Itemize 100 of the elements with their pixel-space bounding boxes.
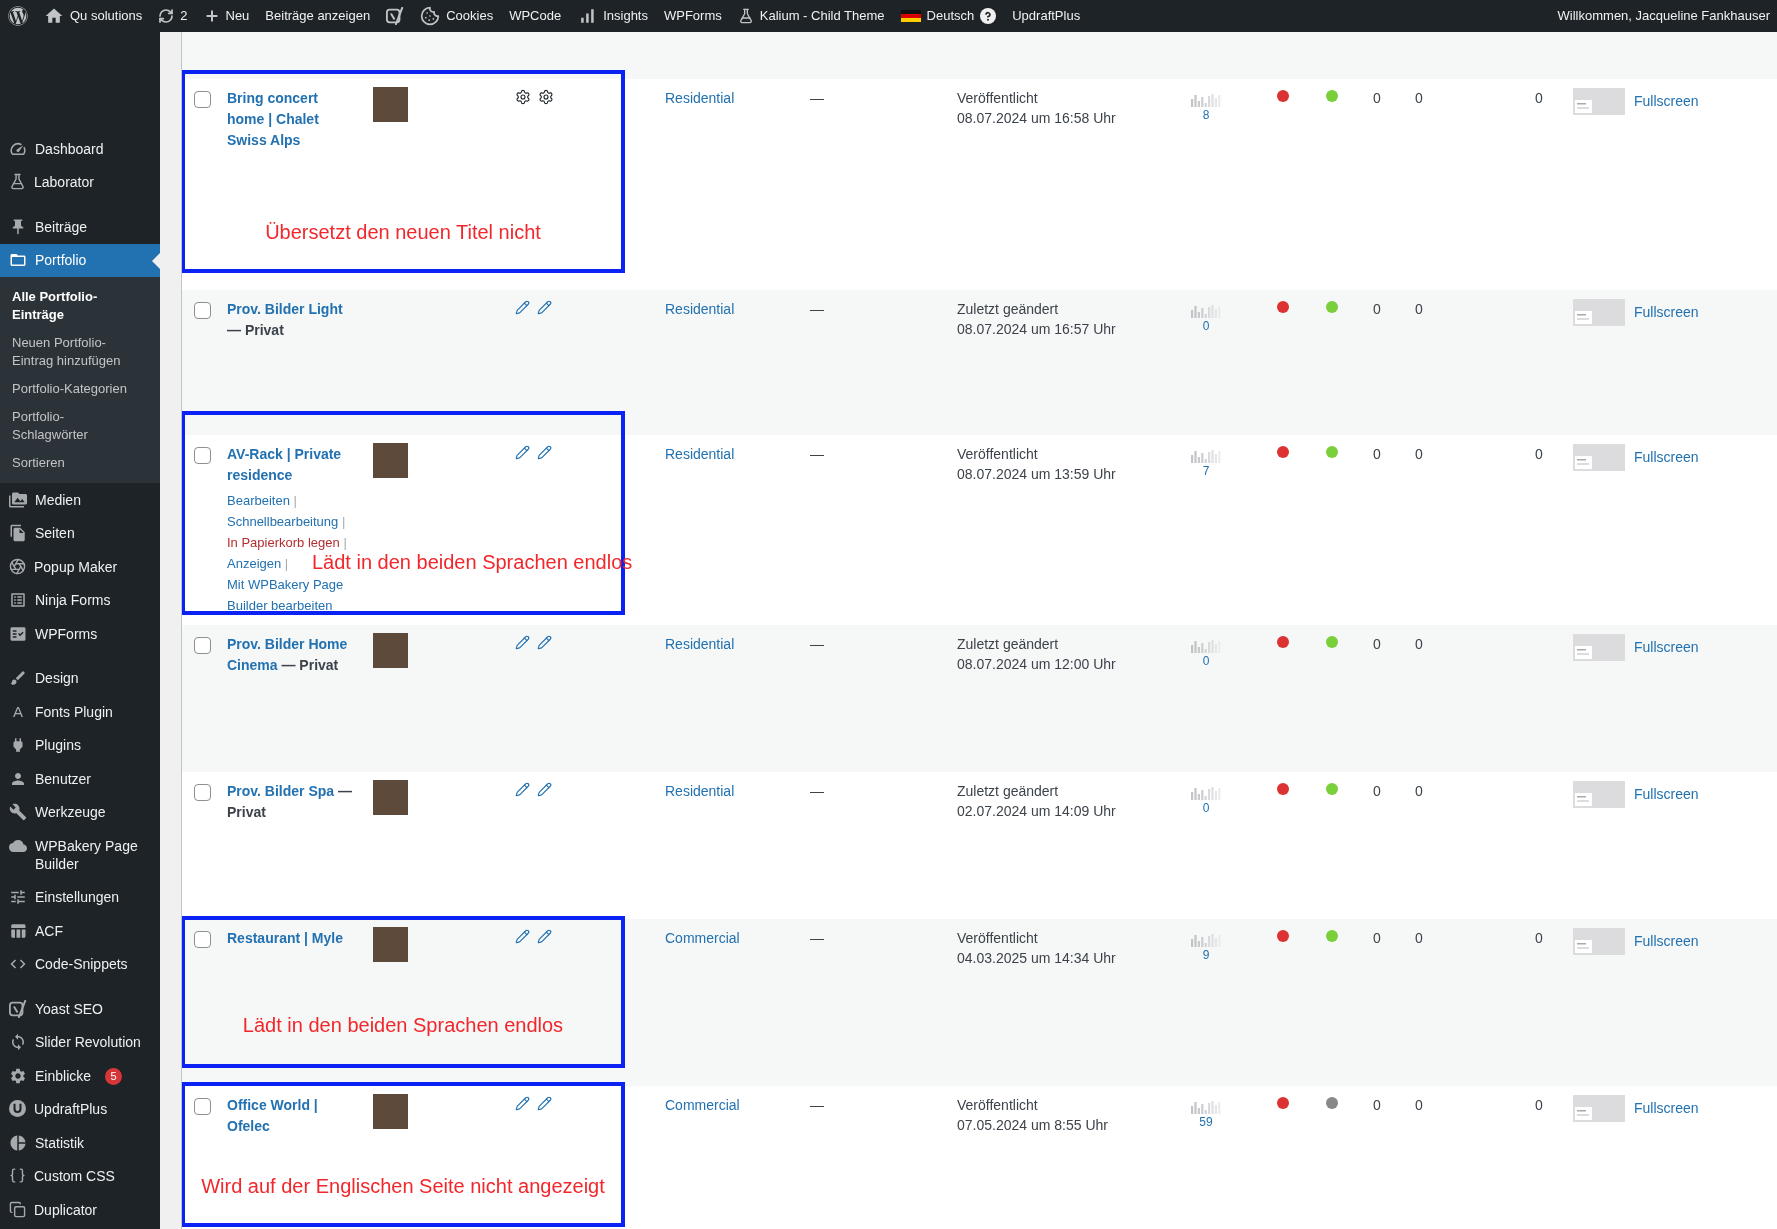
sidebar-item[interactable]: Benutzer — [0, 762, 160, 796]
pencil-icon[interactable] — [537, 1096, 552, 1111]
bar-chart-icon — [1191, 94, 1221, 107]
submenu-item[interactable]: Portfolio-Kategorien — [0, 375, 160, 403]
post-title[interactable]: Prov. Bilder Light — Privat — [227, 299, 357, 341]
category-link[interactable]: Commercial — [665, 1097, 740, 1113]
sidebar-item[interactable]: Ninja Forms — [0, 583, 160, 617]
sidebar-item[interactable]: ACF — [0, 914, 160, 948]
sidebar-item[interactable]: Custom CSS — [0, 1159, 160, 1193]
stats-count-link[interactable]: 59 — [1199, 1115, 1213, 1129]
pencil-icon[interactable] — [515, 445, 530, 460]
sidebar-item[interactable]: Werkzeuge — [0, 795, 160, 829]
pencil-icon[interactable] — [515, 782, 530, 797]
pencil-icon[interactable] — [515, 300, 530, 315]
flag-icon — [900, 10, 921, 22]
sidebar-item[interactable]: Laborator — [0, 165, 160, 199]
sidebar-item[interactable]: Duplicator — [0, 1193, 160, 1227]
stats-count-link[interactable]: 7 — [1202, 464, 1210, 478]
toolbar-item[interactable]: Neu — [195, 0, 258, 32]
sidebar-item[interactable]: Yoast SEO — [0, 992, 160, 1026]
submenu-item[interactable]: Alle Portfolio-Einträge — [0, 283, 160, 329]
toolbar-item[interactable]: Deutsch — [892, 0, 1005, 32]
row-checkbox[interactable] — [194, 91, 211, 108]
row-action-link[interactable]: Mit WPBakery Page Builder bearbeiten — [227, 574, 357, 616]
fullscreen-link[interactable]: Fullscreen — [1634, 1098, 1699, 1119]
fullscreen-link[interactable]: Fullscreen — [1634, 447, 1699, 468]
sidebar-item[interactable]: Seiten — [0, 516, 160, 550]
toolbar-item[interactable]: WPCode — [501, 0, 570, 32]
sidebar-item[interactable]: Beiträge — [0, 210, 160, 244]
category-link[interactable]: Residential — [665, 783, 735, 799]
pencil-icon[interactable] — [515, 1096, 530, 1111]
toolbar-item[interactable]: UpdraftPlus — [1004, 0, 1089, 32]
sidebar-item[interactable]: Dashboard — [0, 132, 160, 166]
sidebar-item[interactable]: Einstellungen — [0, 880, 160, 914]
row-action-link[interactable]: In Papierkorb legen — [227, 532, 340, 553]
post-title[interactable]: Prov. Bilder Home Cinema — Privat — [227, 634, 357, 676]
sidebar-item[interactable]: A Fonts Plugin — [0, 695, 160, 729]
category-link[interactable]: Residential — [665, 636, 735, 652]
row-checkbox[interactable] — [194, 784, 211, 801]
stats-count-link[interactable]: 0 — [1202, 319, 1210, 333]
stats-count-link[interactable]: 9 — [1202, 948, 1210, 962]
row-checkbox[interactable] — [194, 1098, 211, 1115]
stats-count-link[interactable]: 0 — [1202, 654, 1210, 668]
toolbar-item[interactable]: 2 — [150, 0, 196, 32]
toolbar-item[interactable]: Beiträge anzeigen — [257, 0, 379, 32]
sidebar-item[interactable]: Slider Revolution — [0, 1025, 160, 1059]
sidebar-item[interactable]: Portfolio — [0, 243, 160, 277]
sidebar-item[interactable]: Plugins — [0, 728, 160, 762]
category-link[interactable]: Commercial — [665, 930, 740, 946]
sidebar-item[interactable]: Statistik — [0, 1126, 160, 1160]
toolbar-item[interactable]: WPForms — [656, 0, 730, 32]
pencil-icon[interactable] — [537, 929, 552, 944]
pencil-icon[interactable] — [537, 635, 552, 650]
pencil-icon[interactable] — [515, 929, 530, 944]
category-link[interactable]: Residential — [665, 301, 735, 317]
account-menu[interactable]: Willkommen, Jacqueline Fankhauser — [1549, 6, 1777, 26]
post-title[interactable]: Restaurant | Myle — [227, 928, 357, 949]
post-title[interactable]: Office World | Ofelec — [227, 1095, 357, 1137]
toolbar-item[interactable]: Cookies — [412, 0, 502, 32]
submenu-item[interactable]: Portfolio-Schlagwörter — [0, 403, 160, 449]
pencil-icon[interactable] — [515, 635, 530, 650]
toolbar-item[interactable]: Kalium - Child Theme — [729, 0, 893, 32]
row-checkbox[interactable] — [194, 637, 211, 654]
count-value: 0 — [1415, 1097, 1423, 1113]
sidebar-item[interactable]: Code-Snippets — [0, 947, 160, 981]
row-action-link[interactable]: Anzeigen — [227, 553, 282, 574]
category-link[interactable]: Residential — [665, 90, 735, 106]
sidebar-item[interactable]: WPBakery Page Builder — [0, 829, 160, 881]
stats-count-link[interactable]: 8 — [1202, 108, 1210, 122]
row-action-link[interactable]: Schnellbearbeitung — [227, 511, 339, 532]
row-checkbox[interactable] — [194, 931, 211, 948]
toolbar-item[interactable]: Insights — [569, 0, 656, 32]
submenu-item[interactable]: Neuen Portfolio-Eintrag hinzufügen — [0, 329, 160, 375]
gear-icon[interactable] — [538, 89, 554, 105]
sidebar-item[interactable]: Popup Maker — [0, 550, 160, 584]
fullscreen-link[interactable]: Fullscreen — [1634, 784, 1699, 805]
row-checkbox[interactable] — [194, 447, 211, 464]
fullscreen-link[interactable]: Fullscreen — [1634, 637, 1699, 658]
sidebar-item[interactable]: WPForms — [0, 617, 160, 651]
sliders-icon — [9, 888, 27, 907]
sidebar-item[interactable]: Einblicke 5 — [0, 1059, 160, 1093]
pencil-icon[interactable] — [537, 445, 552, 460]
category-link[interactable]: Residential — [665, 446, 735, 462]
sidebar-item[interactable]: UpdraftPlus — [0, 1092, 160, 1126]
fullscreen-link[interactable]: Fullscreen — [1634, 931, 1699, 952]
fullscreen-link[interactable]: Fullscreen — [1634, 302, 1699, 323]
gear-icon[interactable] — [515, 89, 531, 105]
post-title[interactable]: Bring concert home | Chalet Swiss Alps — [227, 88, 357, 151]
sidebar-item[interactable]: Design — [0, 661, 160, 695]
post-title[interactable]: AV-Rack | Private residence — [227, 444, 357, 486]
toolbar-item[interactable]: Qu solutions — [36, 0, 151, 32]
stats-count-link[interactable]: 0 — [1202, 801, 1210, 815]
fullscreen-link[interactable]: Fullscreen — [1634, 91, 1699, 112]
submenu-item[interactable]: Sortieren — [0, 449, 160, 477]
row-action-link[interactable]: Bearbeiten — [227, 490, 290, 511]
pencil-icon[interactable] — [537, 782, 552, 797]
row-checkbox[interactable] — [194, 302, 211, 319]
sidebar-item[interactable]: Medien — [0, 483, 160, 517]
post-title[interactable]: Prov. Bilder Spa — Privat — [227, 781, 357, 823]
pencil-icon[interactable] — [537, 300, 552, 315]
